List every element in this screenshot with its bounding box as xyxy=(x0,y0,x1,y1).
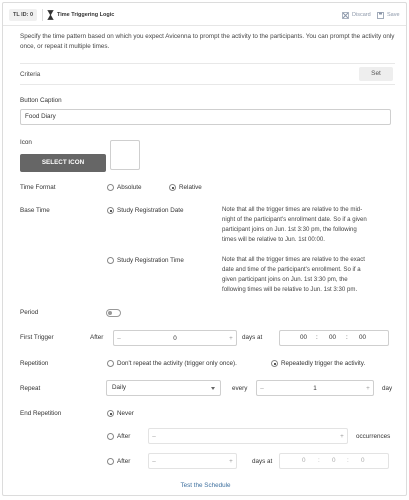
repeat-every-stepper[interactable]: – 1 + xyxy=(256,380,374,396)
end-repetition-after-occurrences-radio[interactable] xyxy=(107,433,114,440)
end-repetition-minutes[interactable]: 0 xyxy=(332,457,336,464)
repetition-once-radio[interactable] xyxy=(107,360,114,367)
end-repetition-never-radio[interactable] xyxy=(107,410,114,417)
increment-icon[interactable]: + xyxy=(226,458,236,465)
period-toggle[interactable] xyxy=(106,309,121,317)
test-schedule-link[interactable]: Test the Schedule xyxy=(3,482,408,489)
header-divider xyxy=(42,9,43,21)
increment-icon[interactable]: + xyxy=(363,385,373,392)
save-button[interactable]: Save xyxy=(377,9,400,21)
end-repetition-days-stepper[interactable]: – + xyxy=(148,453,237,469)
discard-icon xyxy=(342,11,349,19)
repetition-once-label: Don't repeat the activity (trigger only … xyxy=(117,360,237,367)
first-trigger-seconds[interactable]: 00 xyxy=(359,334,366,341)
end-repetition-seconds[interactable]: 0 xyxy=(361,457,365,464)
criteria-bar: Criteria Set xyxy=(20,63,395,85)
description-text: Specify the time pattern based on which … xyxy=(20,33,395,50)
save-icon xyxy=(377,11,384,19)
time-separator: : xyxy=(347,457,349,464)
base-time-registration-time-radio[interactable] xyxy=(107,257,114,264)
decrement-icon[interactable]: – xyxy=(114,335,124,342)
time-format-relative-radio[interactable] xyxy=(169,184,176,191)
select-icon-button[interactable]: SELECT ICON xyxy=(20,154,106,172)
registration-date-note: Note that all the trigger times are rela… xyxy=(222,206,367,243)
registration-time-note: Note that all the trigger times are rela… xyxy=(222,256,365,293)
base-time-registration-date-label: Study Registration Date xyxy=(117,207,184,214)
end-repetition-hours[interactable]: 0 xyxy=(302,457,306,464)
increment-icon[interactable]: + xyxy=(226,335,236,342)
repeat-label: Repeat xyxy=(20,385,41,392)
icon-preview xyxy=(110,140,140,170)
repetition-label: Repetition xyxy=(20,360,49,367)
time-format-absolute-radio[interactable] xyxy=(107,184,114,191)
first-trigger-minutes[interactable]: 00 xyxy=(329,334,336,341)
time-separator: : xyxy=(316,334,318,341)
repeat-frequency-value: Daily xyxy=(112,384,126,391)
time-format-relative-label: Relative xyxy=(179,184,202,191)
end-repetition-after2-label: After xyxy=(117,458,131,465)
end-repetition-occurrences-stepper[interactable]: – + xyxy=(148,428,348,444)
base-time-registration-time-label: Study Registration Time xyxy=(117,257,184,264)
end-repetition-never-label: Never xyxy=(117,410,134,417)
repetition-repeat-label: Repeatedly trigger the activity. xyxy=(281,360,366,367)
time-separator: : xyxy=(346,334,348,341)
repeat-frequency-select[interactable]: Daily xyxy=(106,380,221,396)
decrement-icon[interactable]: – xyxy=(149,458,159,465)
repeat-every-value: 1 xyxy=(313,384,317,392)
occurrences-label: occurrences xyxy=(356,433,391,440)
time-triggering-panel: TL ID: 0 Time Triggering Logic Discard S… xyxy=(2,2,407,496)
repetition-repeat-radio[interactable] xyxy=(271,360,278,367)
icon-label: Icon xyxy=(20,139,32,146)
set-criteria-button[interactable]: Set xyxy=(359,67,393,81)
period-label: Period xyxy=(20,309,39,316)
end-repetition-after-label: After xyxy=(117,433,131,440)
decrement-icon[interactable]: – xyxy=(149,433,159,440)
hourglass-icon xyxy=(47,10,54,20)
decrement-icon[interactable]: – xyxy=(257,385,267,392)
repeat-unit-label: day xyxy=(382,385,393,392)
tl-id-badge: TL ID: 0 xyxy=(9,9,38,21)
end-repetition-time-input[interactable]: 0 : 0 : 0 xyxy=(279,453,389,469)
first-trigger-after-label: After xyxy=(90,334,104,341)
first-trigger-days-value: 0 xyxy=(173,334,177,342)
discard-button[interactable]: Discard xyxy=(342,9,371,21)
end-repetition-after-days-radio[interactable] xyxy=(107,458,114,465)
first-trigger-days-stepper[interactable]: – 0 + xyxy=(113,330,237,346)
time-format-label: Time Format xyxy=(20,184,56,191)
first-trigger-time-input[interactable]: 00 : 00 : 00 xyxy=(279,330,389,346)
time-format-absolute-label: Absolute xyxy=(117,184,142,191)
criteria-label: Criteria xyxy=(20,71,41,78)
end-repetition-days-at-label: days at xyxy=(252,458,273,465)
discard-label: Discard xyxy=(352,12,371,18)
save-label: Save xyxy=(387,12,400,18)
time-separator: : xyxy=(318,457,320,464)
tab-time-triggering-logic[interactable]: Time Triggering Logic xyxy=(57,9,114,21)
first-trigger-label: First Trigger xyxy=(20,334,54,341)
button-caption-label: Button Caption xyxy=(20,97,62,104)
button-caption-input[interactable]: Food Diary xyxy=(20,109,391,125)
chevron-down-icon xyxy=(211,387,215,390)
panel-header: TL ID: 0 Time Triggering Logic Discard S… xyxy=(3,3,406,26)
first-trigger-days-at-label: days at xyxy=(242,334,263,341)
base-time-label: Base Time xyxy=(20,207,50,214)
first-trigger-hours[interactable]: 00 xyxy=(300,334,307,341)
end-repetition-label: End Repetition xyxy=(20,410,62,417)
base-time-registration-date-radio[interactable] xyxy=(107,207,114,214)
increment-icon[interactable]: + xyxy=(337,433,347,440)
repeat-every-label: every xyxy=(232,385,248,392)
